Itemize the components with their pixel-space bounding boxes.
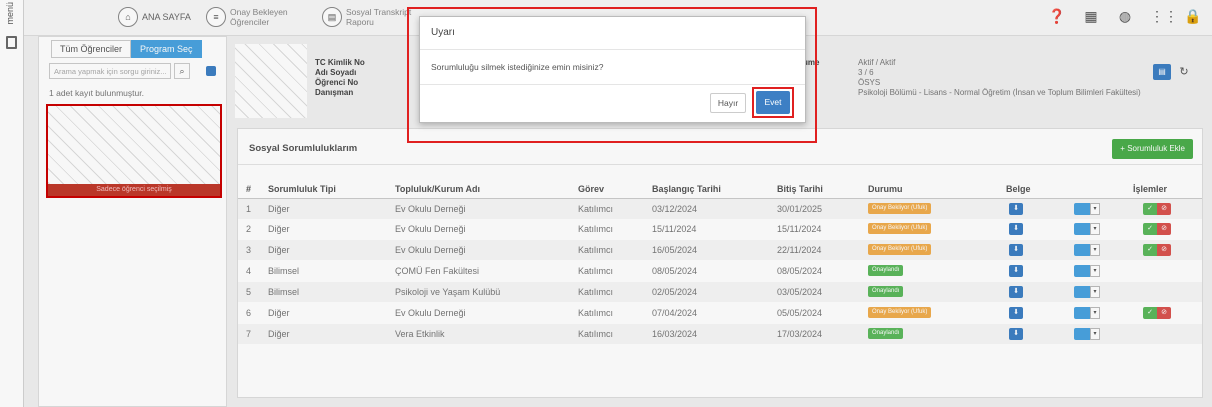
document-icon[interactable]: [6, 36, 17, 49]
confirm-dialog: Uyarı Sorumluluğu silmek istediğinize em…: [419, 16, 806, 123]
side-strip: menü: [0, 0, 24, 407]
confirm-button[interactable]: Evet: [756, 91, 790, 114]
dialog-title: Uyarı: [431, 27, 455, 38]
page: menü ⌂ ANA SAYFA ≡ Onay Bekleyen Öğrenci…: [0, 0, 1212, 407]
dialog-divider: [420, 49, 805, 50]
cancel-button[interactable]: Hayır: [710, 93, 746, 113]
dialog-divider: [420, 84, 805, 85]
dialog-message: Sorumluluğu silmek istediğinize emin mis…: [431, 62, 604, 72]
menu-toggle[interactable]: menü: [5, 2, 15, 25]
